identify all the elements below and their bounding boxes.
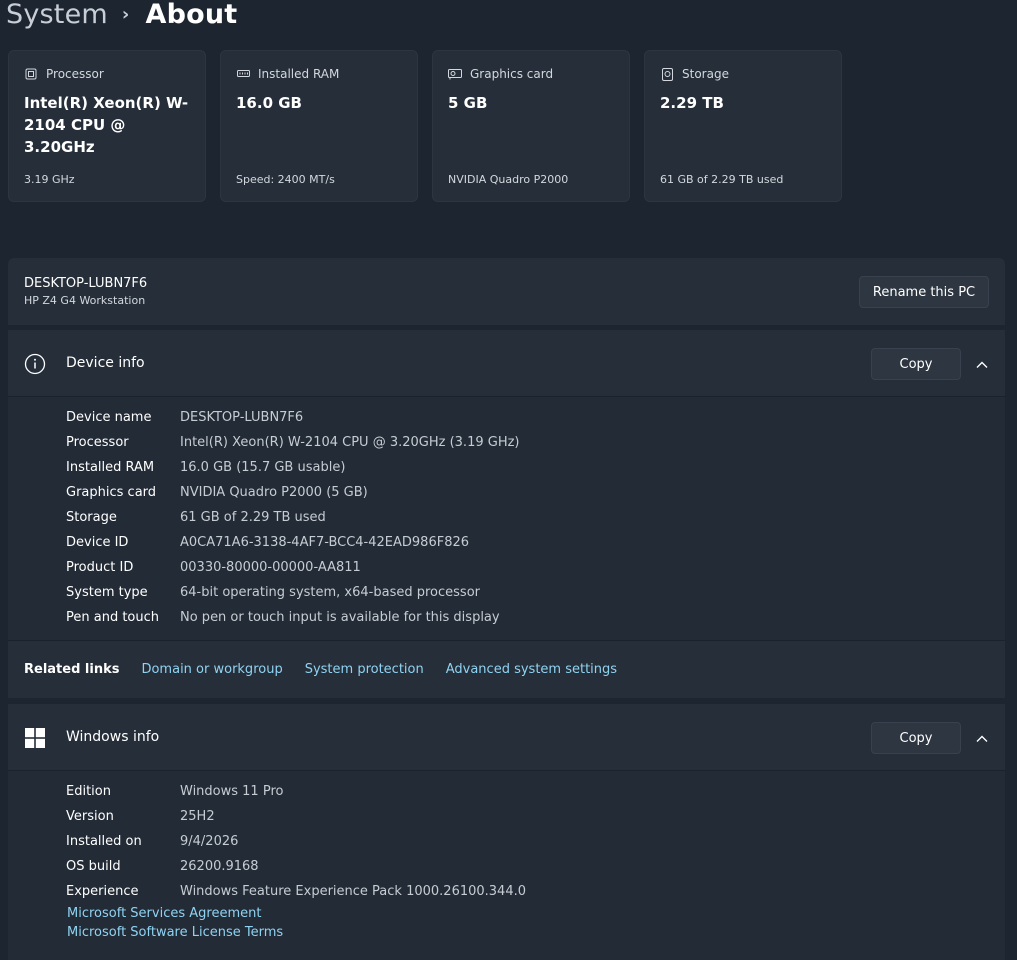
list-item: Edition Windows 11 Pro <box>8 779 1005 804</box>
list-item: Graphics card NVIDIA Quadro P2000 (5 GB) <box>8 480 1005 505</box>
edition-key: Edition <box>66 784 111 799</box>
list-item: Experience Windows Feature Experience Pac… <box>8 879 1005 904</box>
experience-key: Experience <box>66 884 139 899</box>
list-item: Device name DESKTOP-LUBN7F6 <box>8 405 1005 430</box>
system-type-key: System type <box>66 585 148 600</box>
card-sub: 3.19 GHz <box>24 173 75 186</box>
version-value: 25H2 <box>180 809 215 824</box>
card-label: Installed RAM <box>258 67 340 81</box>
services-agreement-link[interactable]: Microsoft Services Agreement <box>67 906 1005 921</box>
device-info-header[interactable]: Device info Copy <box>8 330 1005 397</box>
card-label: Processor <box>46 67 104 81</box>
device-info-title: Device info <box>66 355 145 371</box>
about-page: System › About Processor Intel(R) Xeon(R… <box>0 0 1017 960</box>
graphics-card-value: NVIDIA Quadro P2000 (5 GB) <box>180 485 368 500</box>
list-item: Processor Intel(R) Xeon(R) W-2104 CPU @ 3… <box>8 430 1005 455</box>
installed-ram-key: Installed RAM <box>66 460 155 475</box>
card-sub: 61 GB of 2.29 TB used <box>660 173 784 186</box>
license-terms-link[interactable]: Microsoft Software License Terms <box>67 925 1005 940</box>
os-build-key: OS build <box>66 859 121 874</box>
processor-icon <box>24 67 38 81</box>
list-item: OS build 26200.9168 <box>8 854 1005 879</box>
domain-workgroup-link[interactable]: Domain or workgroup <box>141 662 282 677</box>
spec-cards: Processor Intel(R) Xeon(R) W-2104 CPU @ … <box>8 50 842 202</box>
system-protection-link[interactable]: System protection <box>305 662 424 677</box>
windows-info-section: Windows info Copy Edition Windows 11 Pro … <box>8 704 1005 960</box>
list-item: Product ID 00330-80000-00000-AA811 <box>8 555 1005 580</box>
device-name-value: DESKTOP-LUBN7F6 <box>180 410 304 425</box>
rename-pc-button[interactable]: Rename this PC <box>859 276 989 308</box>
graphics-card-card: Graphics card 5 GB NVIDIA Quadro P2000 <box>432 50 630 202</box>
installed-on-key: Installed on <box>66 834 142 849</box>
ram-icon <box>236 67 250 81</box>
card-label: Graphics card <box>470 67 554 81</box>
system-type-value: 64-bit operating system, x64-based proce… <box>180 585 480 600</box>
windows-logo-icon <box>24 727 46 749</box>
copy-windows-info-button[interactable]: Copy <box>871 722 961 754</box>
storage-value: 61 GB of 2.29 TB used <box>180 510 326 525</box>
list-item: Installed on 9/4/2026 <box>8 829 1005 854</box>
list-item: Pen and touch No pen or touch input is av… <box>8 605 1005 630</box>
pc-model: HP Z4 G4 Workstation <box>24 294 146 307</box>
os-build-value: 26200.9168 <box>180 859 259 874</box>
device-id-key: Device ID <box>66 535 129 550</box>
installed-ram-value: 16.0 GB (15.7 GB usable) <box>180 460 346 475</box>
product-id-value: 00330-80000-00000-AA811 <box>180 560 361 575</box>
device-id-value: A0CA71A6-3138-4AF7-BCC4-42EAD986F826 <box>180 535 470 550</box>
processor-card: Processor Intel(R) Xeon(R) W-2104 CPU @ … <box>8 50 206 202</box>
device-info-section: Device info Copy Device name DESKTOP-LUBN… <box>8 330 1005 698</box>
chevron-up-icon[interactable] <box>975 357 989 371</box>
processor-key: Processor <box>66 435 129 450</box>
card-label: Storage <box>682 67 729 81</box>
pen-touch-key: Pen and touch <box>66 610 160 625</box>
breadcrumb-separator: › <box>121 3 130 25</box>
storage-key: Storage <box>66 510 117 525</box>
info-icon <box>24 353 46 375</box>
graphics-card-icon <box>448 67 462 81</box>
page-title: About <box>145 0 238 30</box>
list-item: System type 64-bit operating system, x64-… <box>8 580 1005 605</box>
device-name-key: Device name <box>66 410 152 425</box>
related-links-label: Related links <box>24 662 120 677</box>
card-value: 16.0 GB <box>236 94 302 112</box>
windows-info-title: Windows info <box>66 729 160 745</box>
advanced-system-settings-link[interactable]: Advanced system settings <box>446 662 617 677</box>
breadcrumb-system[interactable]: System <box>6 0 108 30</box>
windows-links: Microsoft Services Agreement Microsoft S… <box>8 906 1005 940</box>
card-sub: NVIDIA Quadro P2000 <box>448 173 569 186</box>
device-info-rows: Device name DESKTOP-LUBN7F6 Processor Inte… <box>8 397 1005 630</box>
pc-name: DESKTOP-LUBN7F6 <box>24 276 148 291</box>
windows-info-header[interactable]: Windows info Copy <box>8 704 1005 771</box>
installed-on-value: 9/4/2026 <box>180 834 239 849</box>
list-item: Storage 61 GB of 2.29 TB used <box>8 505 1005 530</box>
chevron-up-icon[interactable] <box>975 731 989 745</box>
processor-value: Intel(R) Xeon(R) W-2104 CPU @ 3.20GHz (3… <box>180 435 520 450</box>
copy-device-info-button[interactable]: Copy <box>871 348 961 380</box>
graphics-card-key: Graphics card <box>66 485 157 500</box>
windows-info-rows: Edition Windows 11 Pro Version 25H2 Instal… <box>8 771 1005 904</box>
breadcrumb: System › About <box>6 0 237 34</box>
storage-card: Storage 2.29 TB 61 GB of 2.29 TB used <box>644 50 842 202</box>
storage-icon <box>660 67 674 81</box>
product-id-key: Product ID <box>66 560 134 575</box>
version-key: Version <box>66 809 114 824</box>
edition-value: Windows 11 Pro <box>180 784 284 799</box>
list-item: Version 25H2 <box>8 804 1005 829</box>
card-value: 2.29 TB <box>660 94 724 112</box>
list-item: Device ID A0CA71A6-3138-4AF7-BCC4-42EAD98… <box>8 530 1005 555</box>
card-value: Intel(R) Xeon(R) W-2104 CPU @ 3.20GHz <box>24 94 189 156</box>
pen-touch-value: No pen or touch input is available for t… <box>180 610 500 625</box>
card-sub: Speed: 2400 MT/s <box>236 173 335 186</box>
card-value: 5 GB <box>448 94 488 112</box>
ram-card: Installed RAM 16.0 GB Speed: 2400 MT/s <box>220 50 418 202</box>
related-links: Related links Domain or workgroup System… <box>8 640 1005 698</box>
list-item: Installed RAM 16.0 GB (15.7 GB usable) <box>8 455 1005 480</box>
experience-value: Windows Feature Experience Pack 1000.261… <box>180 884 526 899</box>
pc-name-bar: DESKTOP-LUBN7F6 HP Z4 G4 Workstation Ren… <box>8 258 1005 325</box>
